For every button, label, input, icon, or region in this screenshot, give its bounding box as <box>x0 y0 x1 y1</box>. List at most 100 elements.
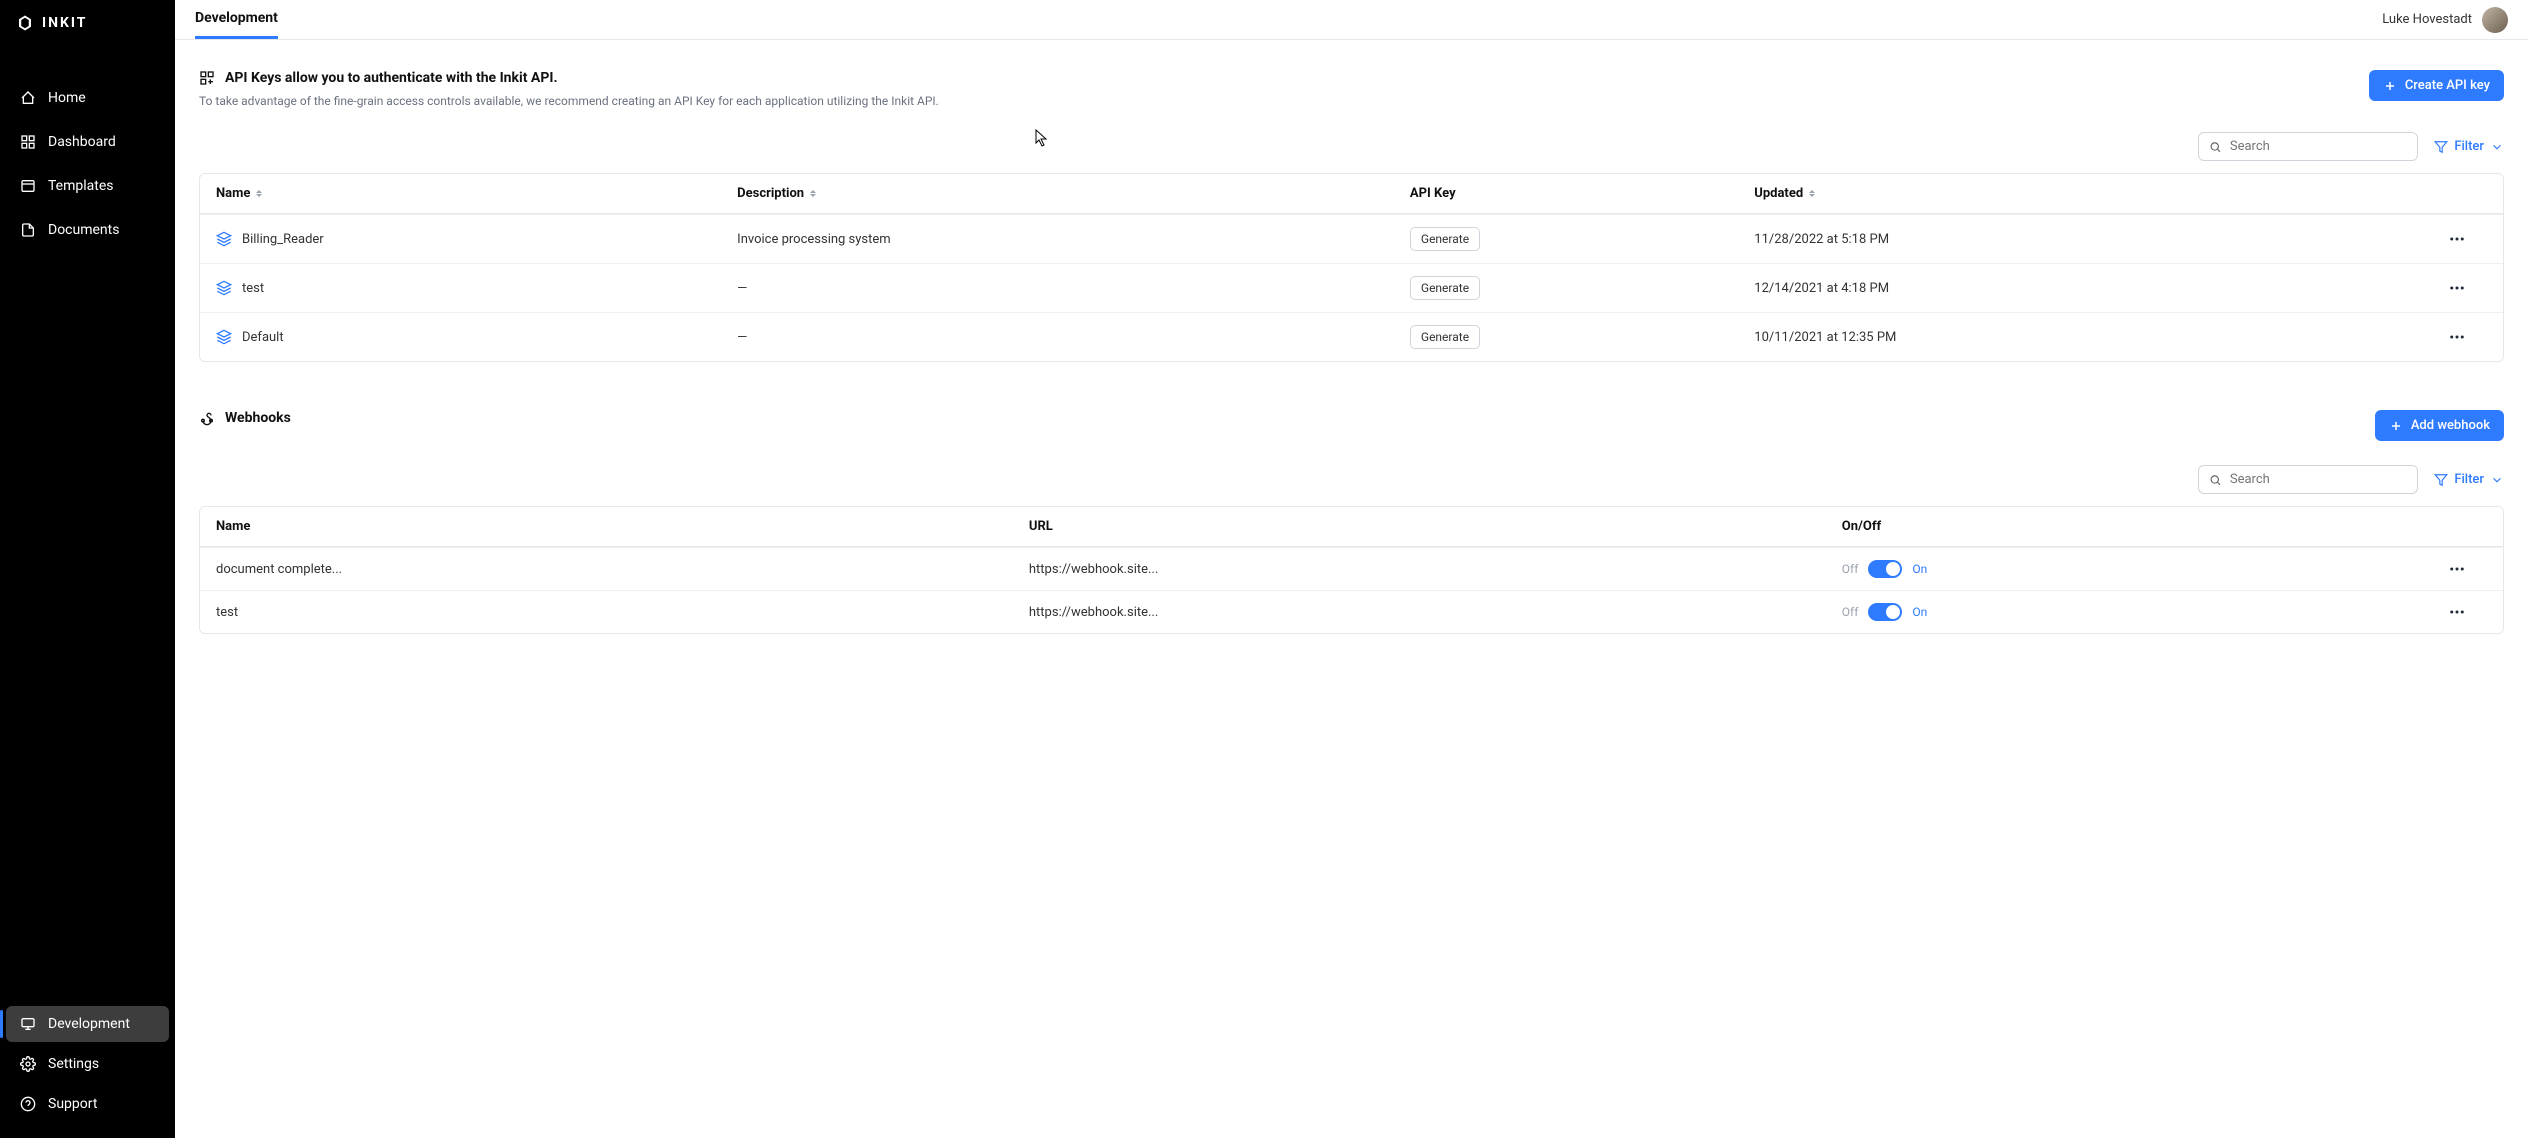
main-nav: Home Dashboard Templates Documents Devel… <box>0 76 175 1138</box>
sidebar-item-home[interactable]: Home <box>6 80 169 116</box>
sidebar-item-dashboard[interactable]: Dashboard <box>6 124 169 160</box>
more-button[interactable] <box>2427 279 2487 297</box>
documents-icon <box>20 222 36 238</box>
chevron-down-icon <box>2490 473 2504 487</box>
webhooks-search[interactable] <box>2198 465 2418 494</box>
sidebar-item-label: Support <box>48 1096 97 1112</box>
search-input[interactable] <box>2230 472 2407 487</box>
col-url: URL <box>1029 519 1826 534</box>
row-description: Invoice processing system <box>737 232 1394 247</box>
more-icon <box>2448 328 2466 346</box>
sort-icon <box>256 190 262 197</box>
row-description: — <box>737 281 1394 296</box>
api-keys-icon <box>199 70 215 86</box>
more-button[interactable] <box>2427 328 2487 346</box>
webhooks-section: Webhooks Add webhook Filter <box>199 410 2504 634</box>
sidebar-item-settings[interactable]: Settings <box>6 1046 169 1082</box>
more-button[interactable] <box>2427 230 2487 248</box>
toggle-on-label: On <box>1912 562 1927 576</box>
webhooks-table: Name URL On/Off document complete... htt… <box>199 506 2504 634</box>
inkit-logo-icon <box>16 14 34 32</box>
layers-icon <box>216 231 232 247</box>
sidebar-item-documents[interactable]: Documents <box>6 212 169 248</box>
settings-icon <box>20 1056 36 1072</box>
add-webhook-button[interactable]: Add webhook <box>2375 410 2504 441</box>
table-row: test — Generate 12/14/2021 at 4:18 PM <box>200 263 2503 312</box>
add-webhook-label: Add webhook <box>2411 418 2490 433</box>
sidebar-item-label: Documents <box>48 222 119 238</box>
webhooks-filter-button[interactable]: Filter <box>2434 472 2504 487</box>
development-icon <box>20 1016 36 1032</box>
user-menu[interactable]: Luke Hovestadt <box>2382 7 2508 33</box>
row-name: test <box>242 281 264 296</box>
api-keys-table: Name Description API Key Updated Billing… <box>199 173 2504 362</box>
api-keys-search[interactable] <box>2198 132 2418 161</box>
more-icon <box>2448 230 2466 248</box>
filter-label: Filter <box>2454 139 2484 154</box>
user-name: Luke Hovestadt <box>2382 12 2472 27</box>
sidebar-item-label: Home <box>48 90 86 106</box>
chevron-down-icon <box>2490 140 2504 154</box>
toggle-switch[interactable] <box>1868 560 1902 578</box>
plus-icon <box>2383 79 2397 93</box>
more-icon <box>2448 603 2466 621</box>
support-icon <box>20 1096 36 1112</box>
layers-icon <box>216 329 232 345</box>
create-api-key-button[interactable]: Create API key <box>2369 70 2504 101</box>
brand-logo[interactable]: INKIT <box>0 0 175 46</box>
webhook-icon <box>199 410 215 426</box>
generate-button[interactable]: Generate <box>1410 227 1480 251</box>
col-apikey: API Key <box>1410 186 1738 201</box>
toggle-switch[interactable] <box>1868 603 1902 621</box>
row-updated: 10/11/2021 at 12:35 PM <box>1754 330 2411 345</box>
home-icon <box>20 90 36 106</box>
toggle-on-label: On <box>1912 605 1927 619</box>
row-url: https://webhook.site... <box>1029 562 1826 577</box>
row-name: Default <box>242 330 284 345</box>
webhooks-title: Webhooks <box>225 410 291 426</box>
col-onoff: On/Off <box>1842 519 2411 534</box>
plus-icon <box>2389 419 2403 433</box>
row-updated: 11/28/2022 at 5:18 PM <box>1754 232 2411 247</box>
row-url: https://webhook.site... <box>1029 605 1826 620</box>
sidebar-item-support[interactable]: Support <box>6 1086 169 1122</box>
more-icon <box>2448 279 2466 297</box>
api-keys-filter-button[interactable]: Filter <box>2434 139 2504 154</box>
generate-button[interactable]: Generate <box>1410 276 1480 300</box>
toggle-off-label: Off <box>1842 562 1859 576</box>
api-keys-title: API Keys allow you to authenticate with … <box>225 70 558 86</box>
filter-icon <box>2434 473 2448 487</box>
sidebar-item-label: Development <box>48 1016 130 1032</box>
filter-label: Filter <box>2454 472 2484 487</box>
row-updated: 12/14/2021 at 4:18 PM <box>1754 281 2411 296</box>
more-button[interactable] <box>2427 603 2487 621</box>
tab-development[interactable]: Development <box>195 0 278 39</box>
table-row: Billing_Reader Invoice processing system… <box>200 214 2503 263</box>
more-button[interactable] <box>2427 560 2487 578</box>
col-description[interactable]: Description <box>737 186 1394 201</box>
row-name: document complete... <box>216 562 1013 577</box>
topbar: Development Luke Hovestadt <box>175 0 2528 40</box>
row-description: — <box>737 330 1394 345</box>
sidebar-item-development[interactable]: Development <box>6 1006 169 1042</box>
row-name: Billing_Reader <box>242 232 324 247</box>
filter-icon <box>2434 140 2448 154</box>
col-updated[interactable]: Updated <box>1754 186 2411 201</box>
sidebar-item-templates[interactable]: Templates <box>6 168 169 204</box>
layers-icon <box>216 280 232 296</box>
search-input[interactable] <box>2230 139 2407 154</box>
generate-button[interactable]: Generate <box>1410 325 1480 349</box>
sort-icon <box>1809 190 1815 197</box>
toggle-off-label: Off <box>1842 605 1859 619</box>
col-name[interactable]: Name <box>216 186 721 201</box>
sidebar-item-label: Dashboard <box>48 134 116 150</box>
table-row: Default — Generate 10/11/2021 at 12:35 P… <box>200 312 2503 361</box>
sidebar-item-label: Settings <box>48 1056 99 1072</box>
sidebar: INKIT Home Dashboard Templates Documents… <box>0 0 175 1138</box>
col-name: Name <box>216 519 1013 534</box>
search-icon <box>2209 140 2222 154</box>
api-keys-section: API Keys allow you to authenticate with … <box>199 70 2504 362</box>
api-keys-subtitle: To take advantage of the fine-grain acce… <box>199 94 939 108</box>
table-row: document complete... https://webhook.sit… <box>200 547 2503 590</box>
more-icon <box>2448 560 2466 578</box>
